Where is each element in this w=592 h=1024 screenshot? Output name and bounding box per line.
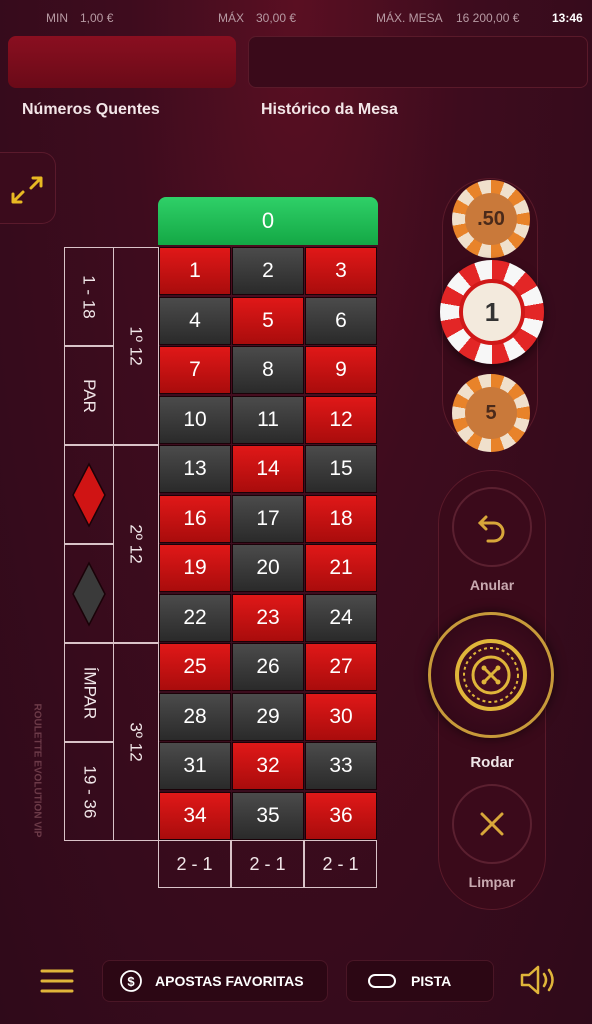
zero-cell[interactable]: 0	[158, 197, 378, 245]
black-bet[interactable]	[64, 544, 114, 643]
number-cell-36[interactable]: 36	[305, 791, 377, 840]
high-bet-label: 19 - 36	[80, 765, 99, 818]
number-cell-35[interactable]: 35	[232, 791, 304, 840]
track-label: PISTA	[411, 973, 452, 989]
hot-numbers-label: Números Quentes	[22, 101, 160, 118]
number-cell-30[interactable]: 30	[305, 692, 377, 741]
number-cell-16[interactable]: 16	[159, 494, 231, 543]
number-cell-34[interactable]: 34	[159, 791, 231, 840]
favorite-bets-button[interactable]: $ APOSTAS FAVORITAS	[102, 960, 328, 1002]
number-cell-28[interactable]: 28	[159, 692, 231, 741]
column-bet-3[interactable]: 2 - 1	[304, 840, 377, 888]
number-cell-22[interactable]: 22	[159, 593, 231, 642]
number-cell-32[interactable]: 32	[232, 742, 304, 790]
number-cell-17[interactable]: 17	[232, 494, 304, 543]
number-cell-13[interactable]: 13	[159, 445, 231, 493]
spin-button[interactable]	[428, 612, 554, 738]
number-cell-15[interactable]: 15	[305, 445, 377, 493]
clock: 13:46	[552, 11, 583, 25]
dollar-icon: $	[120, 970, 142, 992]
dozen-bet-label: 3º 12	[126, 722, 146, 762]
number-cell-3[interactable]: 3	[305, 247, 377, 295]
number-cell-8[interactable]: 8	[232, 346, 304, 394]
chip-1[interactable]: 1	[440, 260, 544, 364]
max-value: 30,00 €	[256, 11, 297, 25]
svg-text:$: $	[127, 974, 135, 989]
number-cell-14[interactable]: 14	[232, 445, 304, 493]
hot-numbers-panel[interactable]	[8, 36, 236, 88]
clear-button[interactable]	[452, 784, 532, 864]
expand-button[interactable]	[0, 152, 56, 224]
low-bet-label: 1 - 18	[79, 274, 99, 319]
number-cell-11[interactable]: 11	[232, 395, 304, 444]
number-cell-33[interactable]: 33	[305, 742, 377, 790]
close-icon	[480, 812, 504, 836]
undo-icon	[477, 515, 505, 543]
table-history-label: Histórico da Mesa	[261, 101, 398, 118]
table-max-value: 16 200,00 €	[456, 11, 520, 25]
column-bet-1[interactable]: 2 - 1	[158, 840, 231, 888]
table-max-label: MÁX. MESA	[376, 11, 443, 25]
number-cell-5[interactable]: 5	[232, 296, 304, 345]
number-cell-27[interactable]: 27	[305, 643, 377, 691]
number-cell-2[interactable]: 2	[232, 247, 304, 295]
favorite-bets-label: APOSTAS FAVORITAS	[155, 973, 304, 989]
max-label: MÁX	[218, 11, 245, 25]
chip-050-value: .50	[465, 193, 517, 245]
even-bet-label: PAR	[79, 378, 99, 413]
low-bet[interactable]: 1 - 18	[64, 247, 114, 346]
number-cell-4[interactable]: 4	[159, 296, 231, 345]
sound-button[interactable]	[518, 962, 562, 1003]
game-name: ROULETTE EVOLUTION VIP	[31, 703, 43, 838]
track-button[interactable]: PISTA	[346, 960, 494, 1002]
number-cell-20[interactable]: 20	[232, 544, 304, 592]
menu-button[interactable]	[40, 966, 74, 1001]
column-bet-2[interactable]: 2 - 1	[231, 840, 304, 888]
dozen-bet-2[interactable]: 2º 12	[113, 445, 159, 643]
track-icon	[368, 974, 396, 988]
number-cell-6[interactable]: 6	[305, 296, 377, 345]
number-cell-18[interactable]: 18	[305, 494, 377, 543]
number-cell-10[interactable]: 10	[159, 395, 231, 444]
number-cell-21[interactable]: 21	[305, 544, 377, 592]
chip-5-value: 5	[465, 387, 517, 439]
number-cell-23[interactable]: 23	[232, 593, 304, 642]
undo-button[interactable]	[452, 487, 532, 567]
number-cell-7[interactable]: 7	[159, 346, 231, 394]
number-cell-26[interactable]: 26	[232, 643, 304, 691]
odd-bet-label: ÍMPAR	[80, 666, 100, 719]
number-cell-19[interactable]: 19	[159, 544, 231, 592]
spin-label: Rodar	[470, 754, 514, 771]
red-bet[interactable]	[64, 445, 114, 544]
even-bet[interactable]: PAR	[64, 346, 114, 445]
dozen-bet-3[interactable]: 3º 12	[113, 643, 159, 841]
menu-icon	[40, 969, 74, 993]
expand-icon	[11, 176, 43, 204]
odd-bet[interactable]: ÍMPAR	[64, 643, 114, 742]
undo-label: Anular	[469, 577, 515, 593]
high-bet[interactable]: 19 - 36	[64, 742, 114, 841]
limits-bar: MIN 1,00 € MÁX 30,00 € MÁX. MESA 16 200,…	[0, 0, 592, 36]
table-history-panel[interactable]	[248, 36, 588, 88]
number-cell-29[interactable]: 29	[232, 692, 304, 741]
chip-5[interactable]: 5	[452, 374, 530, 452]
speaker-icon	[520, 965, 554, 995]
min-label: MIN	[46, 11, 68, 25]
chip-050[interactable]: .50	[452, 180, 530, 258]
black-diamond-icon	[72, 560, 106, 627]
dozen-bet-label: 2º 12	[126, 524, 146, 564]
dozen-bet-label: 1º 12	[126, 326, 146, 366]
number-cell-24[interactable]: 24	[305, 593, 377, 642]
number-cell-12[interactable]: 12	[305, 395, 377, 444]
min-value: 1,00 €	[80, 11, 114, 25]
red-diamond-icon	[72, 461, 106, 528]
roulette-wheel-icon	[455, 639, 527, 711]
dozen-bet-1[interactable]: 1º 12	[113, 247, 159, 445]
number-cell-9[interactable]: 9	[305, 346, 377, 394]
number-cell-1[interactable]: 1	[159, 247, 231, 295]
number-cell-25[interactable]: 25	[159, 643, 231, 691]
number-cell-31[interactable]: 31	[159, 742, 231, 790]
clear-label: Limpar	[468, 874, 516, 890]
chip-1-value: 1	[459, 279, 525, 345]
